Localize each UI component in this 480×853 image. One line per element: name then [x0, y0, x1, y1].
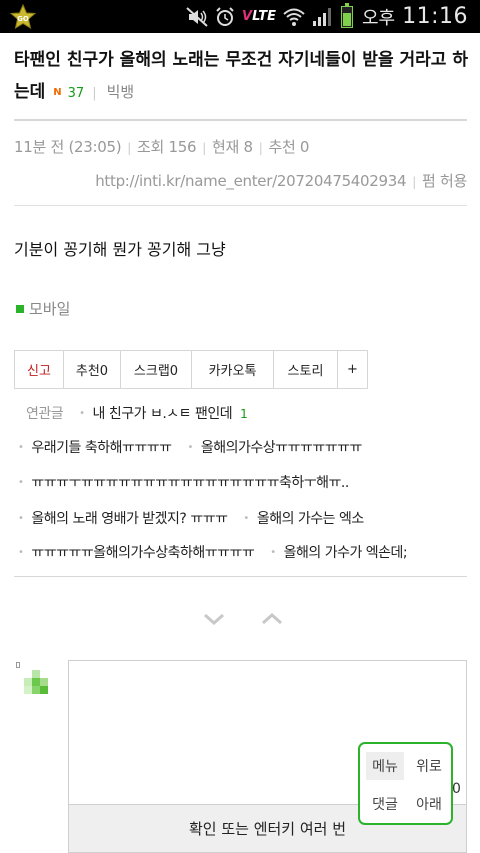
related-item[interactable]: 올해의 가수가 엑손데;	[266, 542, 408, 562]
time-exact: (23:05)	[68, 138, 122, 156]
related-item-count: 1	[240, 407, 248, 421]
scrap-button[interactable]: 스크랩0	[120, 350, 192, 389]
recommend-button[interactable]: 추천0	[63, 350, 121, 389]
comment-char-count: 0	[452, 781, 461, 797]
related-item[interactable]: ㅠㅠㅠㅜㅠㅠㅠㅠㅠㅠㅠㅠㅠㅠㅠㅠㅠㅠㅠㅠ축하ㅜ해ㅠ..	[14, 472, 349, 492]
divider	[14, 205, 467, 206]
status-ampm: 오후	[361, 7, 396, 29]
more-share-button[interactable]: +	[337, 350, 368, 389]
battery-icon	[340, 2, 353, 28]
related-item[interactable]: 올해의가수상ㅠㅠㅠㅠㅠㅠㅠ	[184, 437, 362, 457]
related-row: 올해의 노래 영배가 받겠지? ㅠㅠㅠ 올해의 가수는 엑소	[14, 508, 364, 528]
chevron-down-icon[interactable]	[200, 610, 228, 628]
scroll-bottom-button[interactable]: 아래	[410, 790, 448, 818]
green-square-icon	[16, 304, 24, 313]
scroll-top-button[interactable]: 위로	[410, 752, 448, 780]
status-time: 11:16	[402, 4, 468, 29]
source-label: 모바일	[29, 300, 71, 318]
related-row: 연관글 내 친구가 ㅂ.ㅅㅌ 팬인데 1	[14, 403, 248, 423]
post-url[interactable]: http://inti.kr/name_enter/20720475402934	[95, 172, 406, 190]
time-ago: 11분 전	[14, 138, 64, 156]
related-item[interactable]: 내 친구가 ㅂ.ㅅㅌ 팬인데	[75, 403, 233, 423]
signal-icon	[312, 7, 334, 27]
wifi-icon	[283, 7, 305, 27]
related-row: 우래기들 축하해ㅠㅠㅠㅠ 올해의가수상ㅠㅠㅠㅠㅠㅠㅠ	[14, 437, 362, 457]
comment-count[interactable]: 37	[68, 86, 85, 101]
author-name[interactable]: 빅뱅	[107, 83, 135, 101]
svg-text:GO: GO	[17, 15, 29, 23]
lte-icon: V LTE	[242, 9, 276, 24]
post-title-block: 타팬인 친구가 올해의 노래는 무조건 자기네들이 받을 거라고 하는데 N 37 |…	[14, 44, 470, 110]
floating-menu: 메뉴 위로 댓글 아래	[358, 742, 453, 825]
allow-copy: 펌 허용	[422, 172, 467, 190]
action-bar: 신고 추천0 스크랩0 카카오톡 스토리 +	[14, 350, 368, 389]
chevron-up-icon[interactable]	[258, 610, 286, 628]
post-body: 기분이 꽁기해 뭔가 꽁기해 그냥	[14, 240, 226, 259]
related-item[interactable]: 우래기들 축하해ㅠㅠㅠㅠ	[14, 437, 172, 457]
story-share-button[interactable]: 스토리	[273, 350, 338, 389]
post-url-line: http://inti.kr/name_enter/20720475402934…	[95, 172, 467, 190]
related-posts: 연관글 내 친구가 ㅂ.ㅅㅌ 팬인데 1 우래기들 축하해ㅠㅠㅠㅠ 올해의가수상ㅠㅠ…	[14, 397, 467, 577]
related-row: ㅠㅠㅠㅜㅠㅠㅠㅠㅠㅠㅠㅠㅠㅠㅠㅠㅠㅠㅠㅠ축하ㅜ해ㅠ..	[14, 472, 349, 492]
related-item[interactable]: 올해의 가수는 엑소	[239, 508, 364, 528]
comment-marker-icon	[16, 662, 20, 668]
related-heading: 연관글	[26, 406, 64, 422]
floating-menu-button[interactable]: 메뉴	[366, 752, 404, 780]
new-badge: N	[53, 87, 62, 98]
view-count: 조회 156	[137, 138, 197, 156]
source-tag: 모바일	[16, 298, 70, 319]
divider: |	[92, 86, 97, 101]
divider	[14, 119, 467, 121]
recommend-count: 추천 0	[268, 138, 310, 156]
status-bar: GO V LTE 오후 11:16	[0, 0, 480, 33]
current-count: 현재 8	[211, 138, 253, 156]
mute-icon	[186, 6, 208, 27]
related-item[interactable]: 올해의 노래 영배가 받겠지? ㅠㅠㅠ	[14, 508, 228, 528]
post-meta: 11분 전 (23:05) | 조회 156 | 현재 8 | 추천 0	[14, 138, 310, 156]
comment-nav	[200, 610, 286, 628]
alarm-icon	[215, 6, 235, 27]
star-app-icon: GO	[10, 4, 36, 30]
related-item[interactable]: ㅠㅠㅠㅠㅠ올해의가수상축하해ㅠㅠㅠㅠ	[14, 542, 254, 562]
report-button[interactable]: 신고	[14, 350, 64, 389]
comments-button[interactable]: 댓글	[366, 790, 404, 818]
avatar	[24, 670, 48, 694]
kakaotalk-share-button[interactable]: 카카오톡	[191, 350, 274, 389]
related-row: ㅠㅠㅠㅠㅠ올해의가수상축하해ㅠㅠㅠㅠ 올해의 가수가 엑손데;	[14, 542, 407, 562]
